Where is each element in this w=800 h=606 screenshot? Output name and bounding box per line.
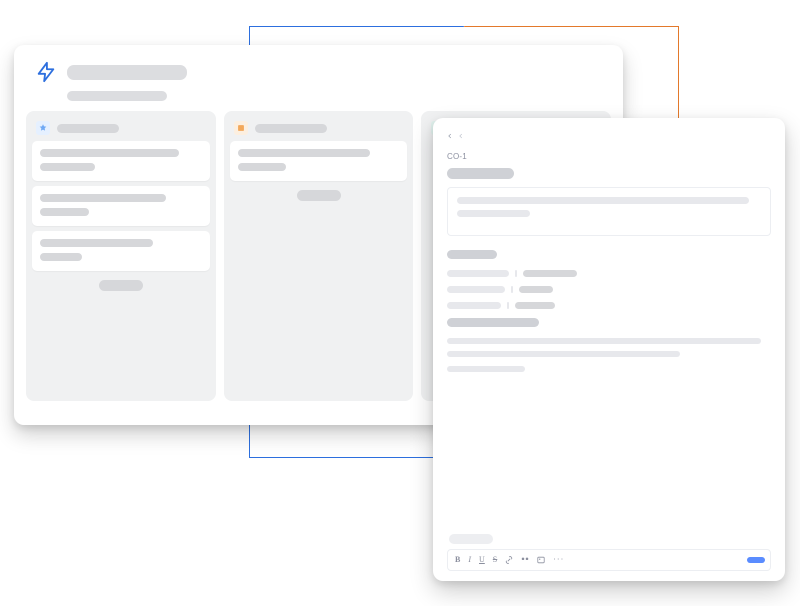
board-column (224, 111, 414, 401)
detail-row (447, 270, 771, 277)
chevron-left-icon[interactable] (447, 133, 453, 139)
column-title (255, 124, 327, 133)
chevron-left-icon[interactable] (458, 133, 464, 139)
detail-row (447, 286, 771, 293)
board-card[interactable] (230, 141, 408, 181)
detail-panel: CO-1 (433, 118, 785, 581)
details-section-heading (447, 250, 497, 259)
reply-label (449, 534, 493, 544)
activity-section-heading (447, 318, 539, 327)
board-column (26, 111, 216, 401)
column-footer-chip[interactable] (297, 190, 341, 201)
board-subtitle (67, 91, 167, 101)
board-card[interactable] (32, 141, 210, 181)
board-card[interactable] (32, 231, 210, 271)
strike-icon[interactable]: S (493, 556, 497, 564)
link-icon[interactable] (505, 556, 513, 564)
column-title (57, 124, 119, 133)
box-icon (234, 121, 248, 135)
editor-toolbar: B I U S ··· (455, 556, 564, 564)
board-card[interactable] (32, 186, 210, 226)
bolt-icon (34, 60, 58, 84)
activity-paragraph (447, 338, 771, 372)
italic-icon[interactable]: I (468, 556, 471, 564)
bold-icon[interactable]: B (455, 556, 460, 564)
comment-editor[interactable]: B I U S ··· (447, 549, 771, 571)
column-footer-chip[interactable] (99, 280, 143, 291)
star-icon (36, 121, 50, 135)
detail-row (447, 302, 771, 309)
issue-id: CO-1 (447, 152, 771, 161)
quote-icon[interactable] (521, 556, 529, 564)
underline-icon[interactable]: U (479, 556, 485, 564)
image-icon[interactable] (537, 556, 545, 564)
three-dots-icon[interactable]: ··· (553, 556, 564, 564)
issue-description[interactable] (447, 187, 771, 236)
board-title (67, 65, 187, 80)
issue-title (447, 168, 514, 179)
send-button[interactable] (747, 557, 765, 563)
